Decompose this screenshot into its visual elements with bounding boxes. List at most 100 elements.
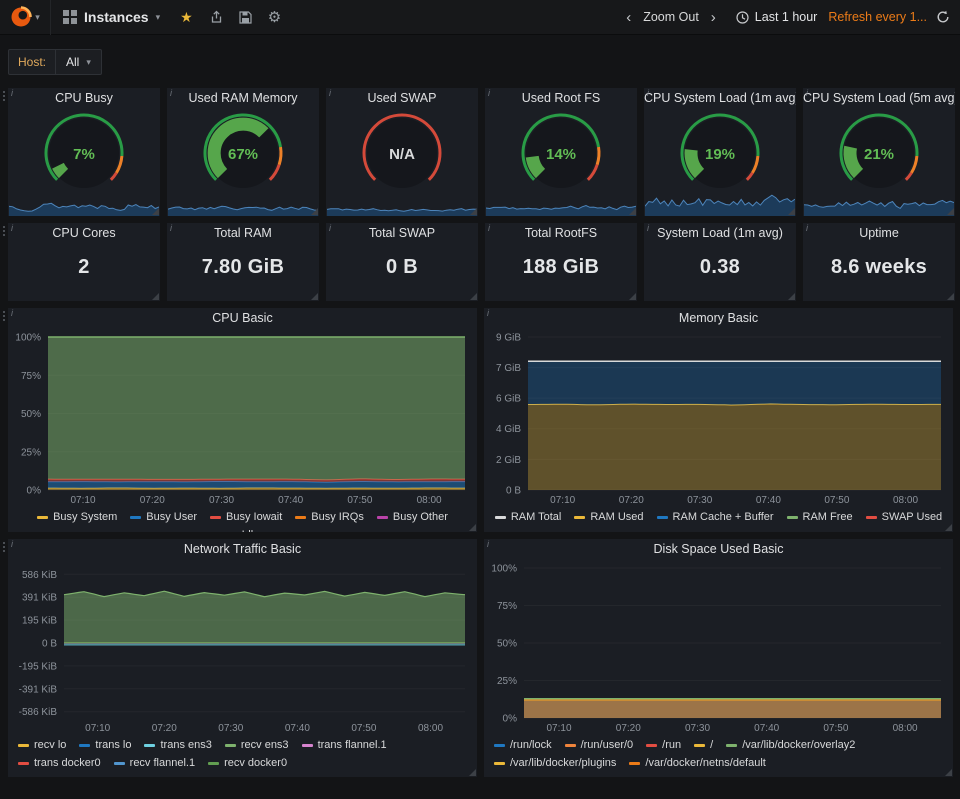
legend-item[interactable]: /	[694, 737, 713, 753]
legend-swatch-icon	[37, 516, 48, 519]
panel-resize-handle[interactable]	[945, 769, 952, 776]
legend-item[interactable]: /var/lib/docker/plugins	[494, 755, 616, 771]
panel-resize-handle[interactable]	[629, 208, 636, 215]
legend-item[interactable]: Busy User	[130, 509, 197, 525]
legend-item[interactable]: Busy Iowait	[210, 509, 282, 525]
legend-item[interactable]: /run	[646, 737, 681, 753]
legend-item[interactable]: recv lo	[18, 737, 66, 753]
panel-resize-handle[interactable]	[469, 769, 476, 776]
legend-item[interactable]: RAM Used	[574, 509, 643, 525]
sparkline	[168, 190, 318, 216]
panel-resize-handle[interactable]	[947, 208, 954, 215]
panel-resize-handle[interactable]	[788, 208, 795, 215]
panel-title[interactable]: CPU Busy	[8, 88, 160, 109]
panel-resize-handle[interactable]	[470, 293, 477, 300]
panel-info-icon[interactable]: i	[487, 539, 489, 549]
panel-info-icon[interactable]: i	[170, 88, 172, 98]
panel-title[interactable]: Used RAM Memory	[167, 88, 319, 109]
legend-item[interactable]: recv docker0	[208, 755, 287, 771]
refresh-interval-button[interactable]: Refresh every 1...	[828, 10, 927, 24]
panel-info-icon[interactable]: i	[329, 88, 331, 98]
svg-text:7%: 7%	[73, 146, 95, 163]
panel-title[interactable]: Total SWAP	[326, 223, 478, 244]
panel-title[interactable]: CPU System Load (5m avg)	[803, 88, 955, 109]
legend-item[interactable]: /var/lib/docker/overlay2	[726, 737, 855, 753]
legend-label: /run/user/0	[581, 737, 634, 753]
time-range-picker[interactable]: Last 1 hour	[736, 10, 818, 24]
legend-item[interactable]: trans docker0	[18, 755, 101, 771]
panel-info-icon[interactable]: i	[647, 223, 649, 233]
legend-item[interactable]: /var/docker/netns/default	[629, 755, 765, 771]
panel-resize-handle[interactable]	[311, 293, 318, 300]
legend-item[interactable]: Busy Other	[377, 509, 448, 525]
refresh-icon[interactable]	[936, 10, 950, 24]
row-drag-handle[interactable]	[2, 226, 6, 242]
network-traffic-chart[interactable]: -586 KiB-391 KiB-195 KiB0 B195 KiB391 Ki…	[8, 560, 477, 736]
row-drag-handle[interactable]	[2, 91, 6, 107]
panel-resize-handle[interactable]	[788, 293, 795, 300]
legend-item[interactable]: Idle	[226, 527, 260, 532]
panel-title[interactable]: Used Root FS	[485, 88, 637, 109]
row-drag-handle[interactable]	[2, 311, 6, 327]
panel-resize-handle[interactable]	[152, 208, 159, 215]
legend-item[interactable]: /run/lock	[494, 737, 552, 753]
legend-item[interactable]: RAM Free	[787, 509, 853, 525]
legend-item[interactable]: RAM Total	[495, 509, 562, 525]
panel-title[interactable]: System Load (1m avg)	[644, 223, 796, 244]
time-shift-left-icon[interactable]: ‹	[623, 10, 634, 25]
memory-basic-chart[interactable]: 0 B2 GiB4 GiB6 GiB7 GiB9 GiB07:1007:2007…	[484, 329, 953, 508]
panel-title[interactable]: CPU Cores	[8, 223, 160, 244]
panel-info-icon[interactable]: i	[488, 223, 490, 233]
panel-info-icon[interactable]: i	[487, 308, 489, 318]
legend-item[interactable]: SWAP Used	[866, 509, 943, 525]
panel-title[interactable]: Total RootFS	[485, 223, 637, 244]
panel-title[interactable]: Disk Space Used Basic	[484, 539, 953, 560]
legend-item[interactable]: recv ens3	[225, 737, 289, 753]
panel-info-icon[interactable]: i	[488, 88, 490, 98]
panel-resize-handle[interactable]	[945, 524, 952, 531]
legend-item[interactable]: recv flannel.1	[114, 755, 195, 771]
cpu-basic-chart[interactable]: 0%25%50%75%100%07:1007:2007:3007:4007:50…	[8, 329, 477, 508]
zoom-out-button[interactable]: Zoom Out	[643, 10, 699, 24]
panel-info-icon[interactable]: i	[11, 88, 13, 98]
panel-resize-handle[interactable]	[469, 524, 476, 531]
legend-item[interactable]: trans ens3	[144, 737, 211, 753]
dashboard-picker[interactable]: Instances ▾	[51, 0, 172, 35]
row-drag-handle[interactable]	[2, 542, 6, 558]
panel-resize-handle[interactable]	[947, 293, 954, 300]
legend-item[interactable]: /run/user/0	[565, 737, 634, 753]
settings-gear-icon[interactable]: ⚙	[268, 8, 281, 26]
panel-info-icon[interactable]: i	[806, 88, 808, 98]
legend-item[interactable]: trans lo	[79, 737, 131, 753]
panel-info-icon[interactable]: i	[806, 223, 808, 233]
panel-title[interactable]: CPU System Load (1m avg)	[644, 88, 796, 109]
panel-title[interactable]: Used SWAP	[326, 88, 478, 109]
legend-item[interactable]: RAM Cache + Buffer	[657, 509, 774, 525]
panel-info-icon[interactable]: i	[647, 88, 649, 98]
panel-info-icon[interactable]: i	[11, 308, 13, 318]
legend-item[interactable]: Busy System	[37, 509, 117, 525]
save-icon[interactable]	[239, 11, 252, 24]
disk-space-chart[interactable]: 0%25%50%75%100%07:1007:2007:3007:4007:50…	[484, 560, 953, 736]
panel-info-icon[interactable]: i	[11, 539, 13, 549]
panel-resize-handle[interactable]	[311, 208, 318, 215]
legend-item[interactable]: Busy IRQs	[295, 509, 364, 525]
panel-info-icon[interactable]: i	[170, 223, 172, 233]
star-icon[interactable]: ★	[180, 9, 193, 26]
panel-resize-handle[interactable]	[629, 293, 636, 300]
time-shift-right-icon[interactable]: ›	[708, 10, 719, 25]
panel-info-icon[interactable]: i	[11, 223, 13, 233]
panel-title[interactable]: CPU Basic	[8, 308, 477, 329]
panel-resize-handle[interactable]	[470, 208, 477, 215]
panel-title[interactable]: Memory Basic	[484, 308, 953, 329]
panel-title[interactable]: Network Traffic Basic	[8, 539, 477, 560]
panel-info-icon[interactable]: i	[329, 223, 331, 233]
share-icon[interactable]	[209, 10, 223, 24]
top-navbar: ▾ Instances ▾ ★ ⚙ ‹	[0, 0, 960, 35]
panel-resize-handle[interactable]	[152, 293, 159, 300]
panel-title[interactable]: Total RAM	[167, 223, 319, 244]
host-variable-dropdown[interactable]: All ▾	[56, 49, 102, 75]
legend-item[interactable]: trans flannel.1	[302, 737, 387, 753]
grafana-logo-button[interactable]: ▾	[0, 0, 50, 35]
panel-title[interactable]: Uptime	[803, 223, 955, 244]
